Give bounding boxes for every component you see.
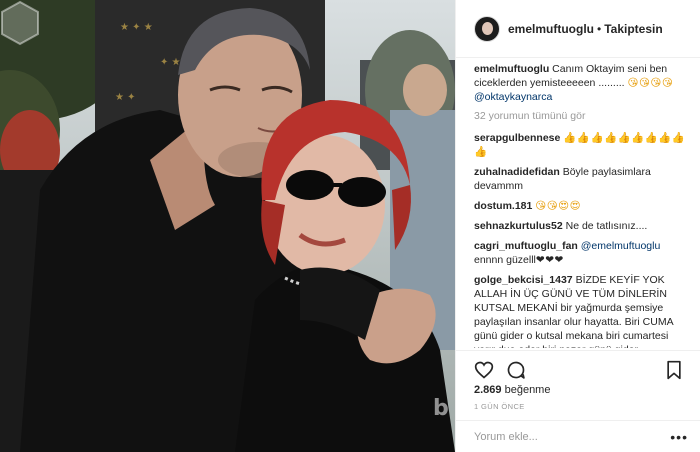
- speech-bubble-icon[interactable]: [506, 360, 526, 380]
- svg-text:★ ✦ ★: ★ ✦ ★: [120, 22, 153, 33]
- bookmark-icon[interactable]: [664, 360, 684, 380]
- load-more-comments-link[interactable]: 32 yorumun tümünü gör: [474, 110, 688, 122]
- photo-illustration: ★ ✦ ★ ✦ ★ ✦ ★ ✦: [0, 0, 455, 452]
- comment-username[interactable]: serapgulbennese: [474, 132, 560, 144]
- post-header: emelmuftuoglu • Takiptesin: [456, 0, 700, 58]
- likes-label: beğenme: [504, 384, 551, 396]
- post-date: 1 GÜN ÖNCE: [474, 402, 525, 411]
- comment-username[interactable]: cagri_muftuoglu_fan: [474, 240, 578, 252]
- comment-input[interactable]: [474, 430, 671, 443]
- likes-count[interactable]: 2.869 beğenme: [474, 384, 550, 396]
- comment-item: serapgulbennese 👍👍👍👍👍👍👍👍👍👍: [474, 131, 688, 159]
- comment-username[interactable]: zuhalnadidefidan: [474, 166, 560, 178]
- comment-item: sehnazkurtulus52 Ne de tatlısınız....: [474, 219, 688, 233]
- comment-mention[interactable]: @emelmuftuoglu: [581, 240, 661, 252]
- comment-item: cagri_muftuoglu_fan @emelmuftuoglu ennnn…: [474, 239, 688, 267]
- heart-icon[interactable]: [474, 360, 494, 380]
- caption-mention[interactable]: @oktaykaynarca: [474, 91, 552, 103]
- comment-text: Ne de tatlısınız....: [565, 220, 648, 232]
- comment-emojis: 😘😘😍😍: [535, 200, 582, 212]
- caption-username[interactable]: emelmuftuoglu: [474, 63, 549, 75]
- comments-list[interactable]: emelmuftuoglu Canım Oktayim seni ben cic…: [456, 62, 700, 348]
- caption: emelmuftuoglu Canım Oktayim seni ben cic…: [474, 62, 688, 104]
- follow-status-button[interactable]: Takiptesin: [604, 22, 662, 36]
- header-username[interactable]: emelmuftuoglu: [508, 22, 594, 36]
- header-separator: •: [597, 21, 602, 36]
- comment-item: golge_bekcisi_1437 BİZDE KEYİF YOK ALLAH…: [474, 273, 688, 348]
- comment-text: ennnn güzelll: [474, 254, 536, 266]
- comment-username[interactable]: golge_bekcisi_1437: [474, 274, 573, 286]
- comment-username[interactable]: dostum.181: [474, 200, 532, 212]
- svg-text:★ ✦: ★ ✦: [115, 92, 136, 103]
- watermark-logo: [1, 0, 39, 46]
- action-bar: [456, 350, 700, 380]
- add-comment-bar: •••: [456, 420, 700, 452]
- comment-username[interactable]: sehnazkurtulus52: [474, 220, 563, 232]
- avatar[interactable]: [474, 15, 500, 42]
- comment-item: zuhalnadidefidan Böyle paylasimlara deva…: [474, 165, 688, 193]
- likes-number: 2.869: [474, 384, 502, 396]
- watermark-letter: b: [433, 396, 449, 421]
- comment-hearts: ❤❤❤: [535, 254, 564, 266]
- post-sidebar: emelmuftuoglu • Takiptesin emelmuftuoglu…: [455, 0, 700, 452]
- post-photo: ★ ✦ ★ ✦ ★ ✦ ★ ✦ b: [0, 0, 455, 452]
- caption-emojis: 😘😘😘😘: [627, 77, 674, 89]
- more-options-icon[interactable]: •••: [670, 429, 688, 445]
- comment-item: dostum.181 😘😘😍😍: [474, 199, 688, 213]
